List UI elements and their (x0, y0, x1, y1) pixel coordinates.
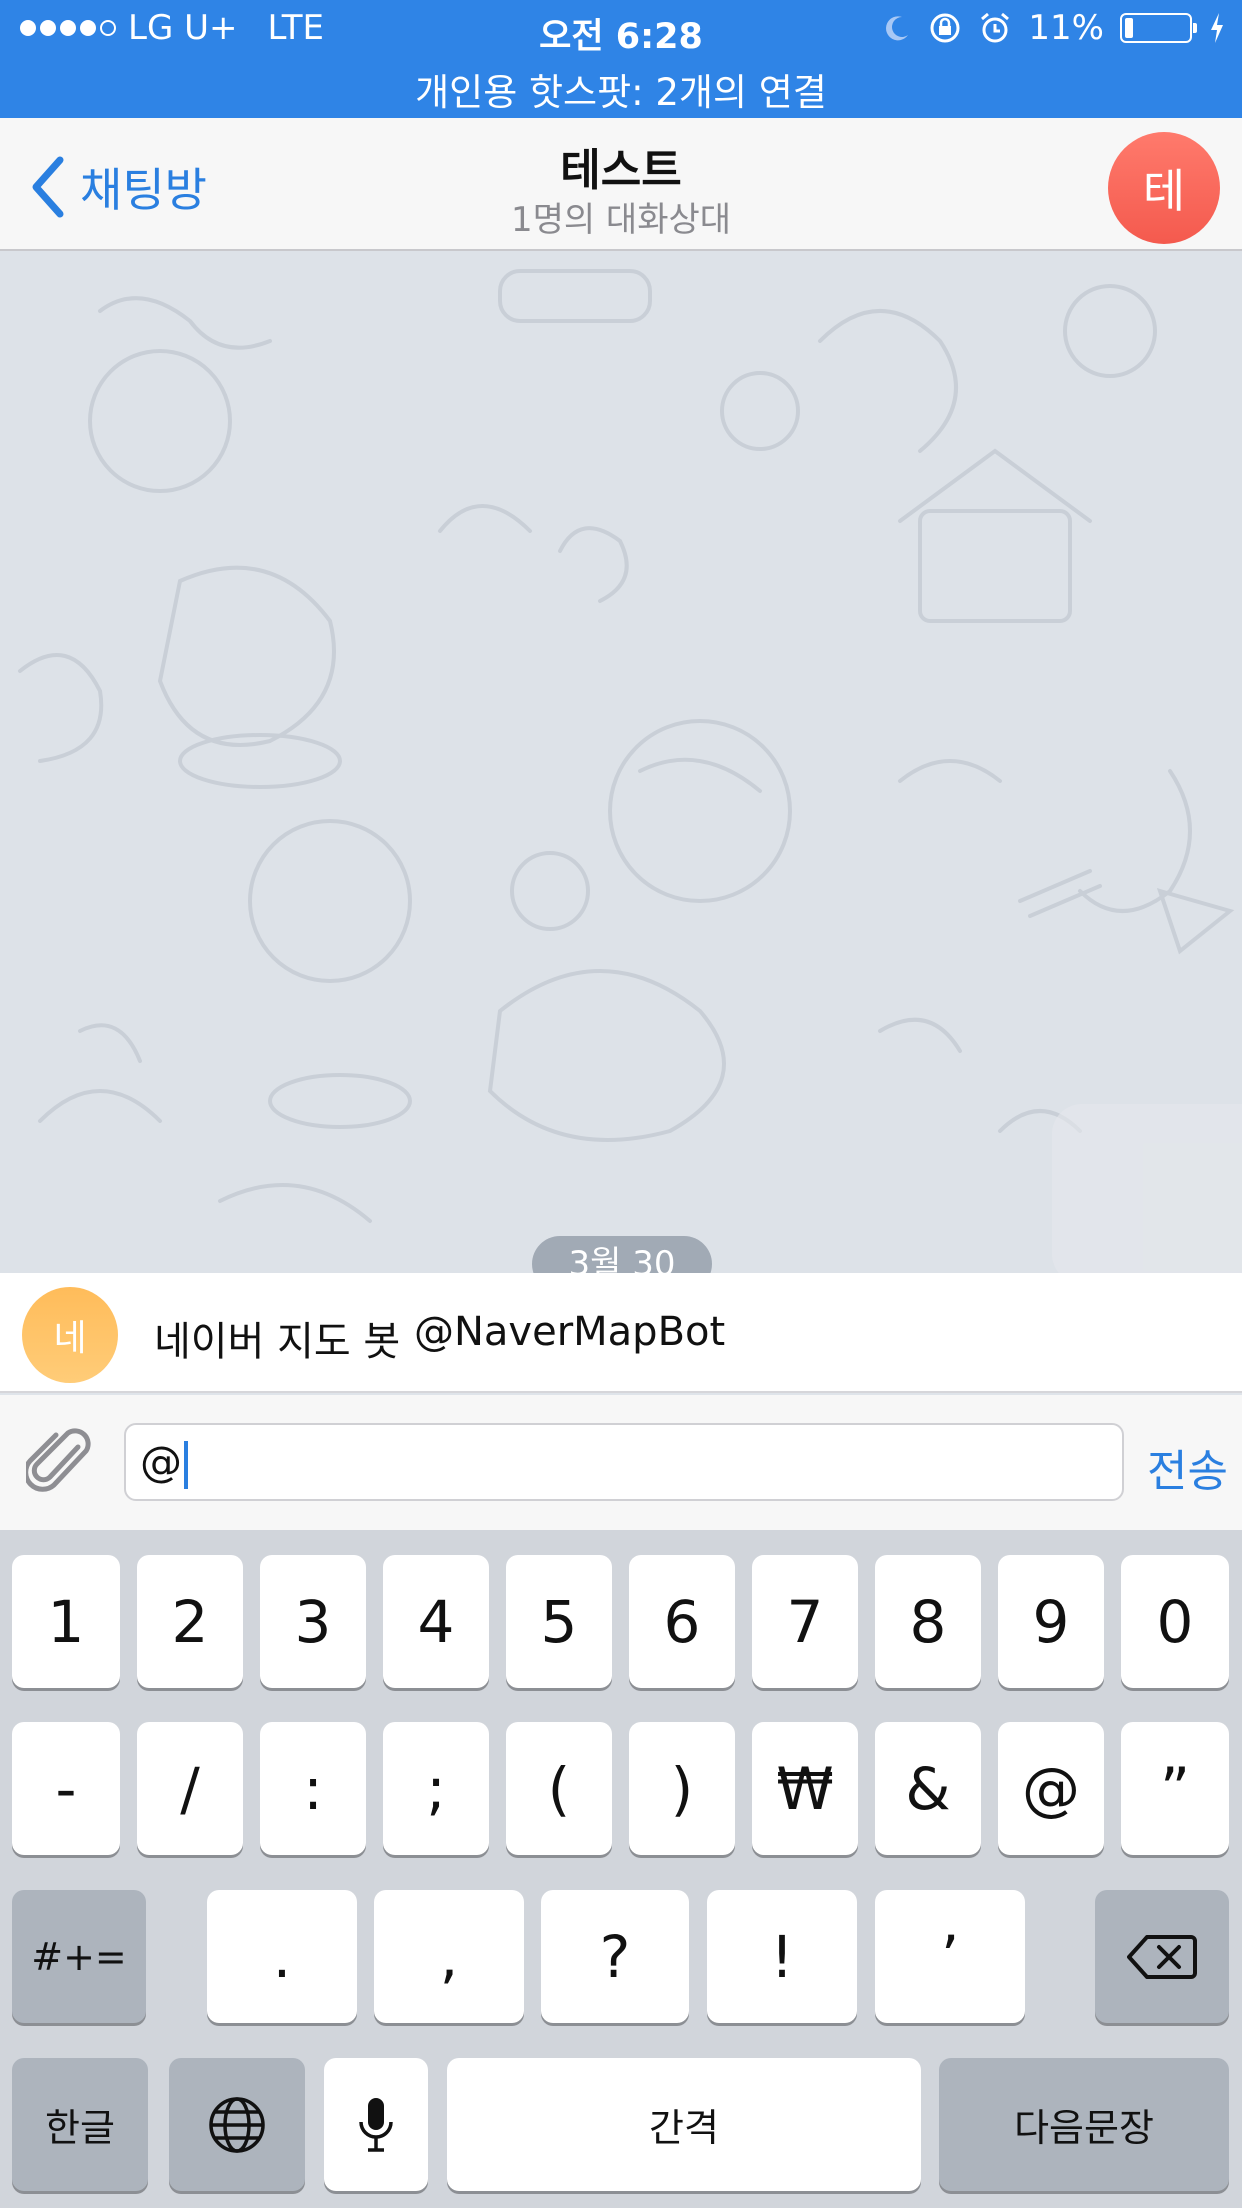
chat-title[interactable]: 테스트 (0, 134, 1242, 198)
message-input-bar: @ 전송 (0, 1395, 1242, 1530)
key-2[interactable]: 2 (137, 1555, 243, 1688)
chat-avatar[interactable]: 테 (1108, 132, 1220, 244)
key-ampersand[interactable]: & (875, 1722, 981, 1855)
key-8[interactable]: 8 (875, 1555, 981, 1688)
key-hyphen[interactable]: - (12, 1722, 120, 1855)
key-semicolon[interactable]: ; (383, 1722, 489, 1855)
date-badge: 3월 30 (532, 1236, 712, 1273)
key-quote[interactable]: ” (1121, 1722, 1229, 1855)
scroll-to-bottom-button[interactable] (1052, 1104, 1242, 1273)
attachment-icon[interactable] (26, 1425, 96, 1499)
key-9[interactable]: 9 (998, 1555, 1104, 1688)
status-bar: LG U+ LTE 오전 6:28 11% 개인용 핫스팟: 2개의 연결 (0, 0, 1242, 118)
key-question[interactable]: ? (541, 1890, 689, 2023)
return-key[interactable]: 다음문장 (939, 2058, 1229, 2191)
message-input[interactable]: @ (124, 1423, 1124, 1501)
key-slash[interactable]: / (137, 1722, 243, 1855)
globe-icon (209, 2096, 265, 2153)
key-6[interactable]: 6 (629, 1555, 735, 1688)
key-open-paren[interactable]: ( (506, 1722, 612, 1855)
bot-username: @NaverMapBot (414, 1309, 726, 1355)
key-7[interactable]: 7 (752, 1555, 858, 1688)
moon-icon (886, 16, 909, 41)
bot-avatar: 네 (22, 1287, 118, 1383)
key-close-paren[interactable]: ) (629, 1722, 735, 1855)
chat-subtitle: 1명의 대화상대 (510, 200, 732, 240)
key-symbols[interactable]: #+= (12, 1890, 146, 2023)
key-period[interactable]: . (207, 1890, 357, 2023)
input-value: @ (140, 1437, 182, 1486)
bot-name: 네이버 지도 봇 (154, 1319, 401, 1365)
backspace-icon (1127, 1934, 1197, 1979)
send-button[interactable]: 전송 (1147, 1435, 1228, 1499)
key-4[interactable]: 4 (383, 1555, 489, 1688)
key-3[interactable]: 3 (260, 1555, 366, 1688)
mention-suggestion[interactable]: 네 네이버 지도 봇 @NaverMapBot (0, 1273, 1242, 1393)
key-5[interactable]: 5 (506, 1555, 612, 1688)
key-apostrophe[interactable]: ’ (875, 1890, 1025, 2023)
chat-area[interactable]: 3월 30 (0, 251, 1242, 1273)
alarm-icon (981, 12, 1010, 43)
key-exclamation[interactable]: ! (707, 1890, 857, 2023)
text-caret (184, 1440, 188, 1489)
rotation-lock-icon (930, 13, 960, 43)
hotspot-banner[interactable]: 개인용 핫스팟: 2개의 연결 (0, 62, 1242, 116)
key-0[interactable]: 0 (1121, 1555, 1229, 1688)
key-won[interactable]: ₩ (752, 1722, 858, 1855)
delete-key[interactable] (1095, 1890, 1229, 2023)
charging-icon (1211, 13, 1223, 43)
battery-icon (1120, 13, 1197, 43)
globe-key[interactable] (169, 2058, 305, 2191)
key-1[interactable]: 1 (12, 1555, 120, 1688)
space-key[interactable]: 간격 (447, 2058, 921, 2191)
key-at[interactable]: @ (998, 1722, 1104, 1855)
keyboard: 1 2 3 4 5 6 7 8 9 0 - / : ; ( ) ₩ & @ ” … (0, 1530, 1242, 2208)
key-comma[interactable]: , (374, 1890, 524, 2023)
microphone-icon (359, 2097, 393, 2152)
key-language[interactable]: 한글 (12, 2058, 148, 2191)
key-colon[interactable]: : (260, 1722, 366, 1855)
battery-percent: 11% (1028, 8, 1104, 48)
dictation-key[interactable] (324, 2058, 428, 2191)
navigation-bar: 채팅방 테스트 1명의 대화상대 테 (0, 118, 1242, 251)
